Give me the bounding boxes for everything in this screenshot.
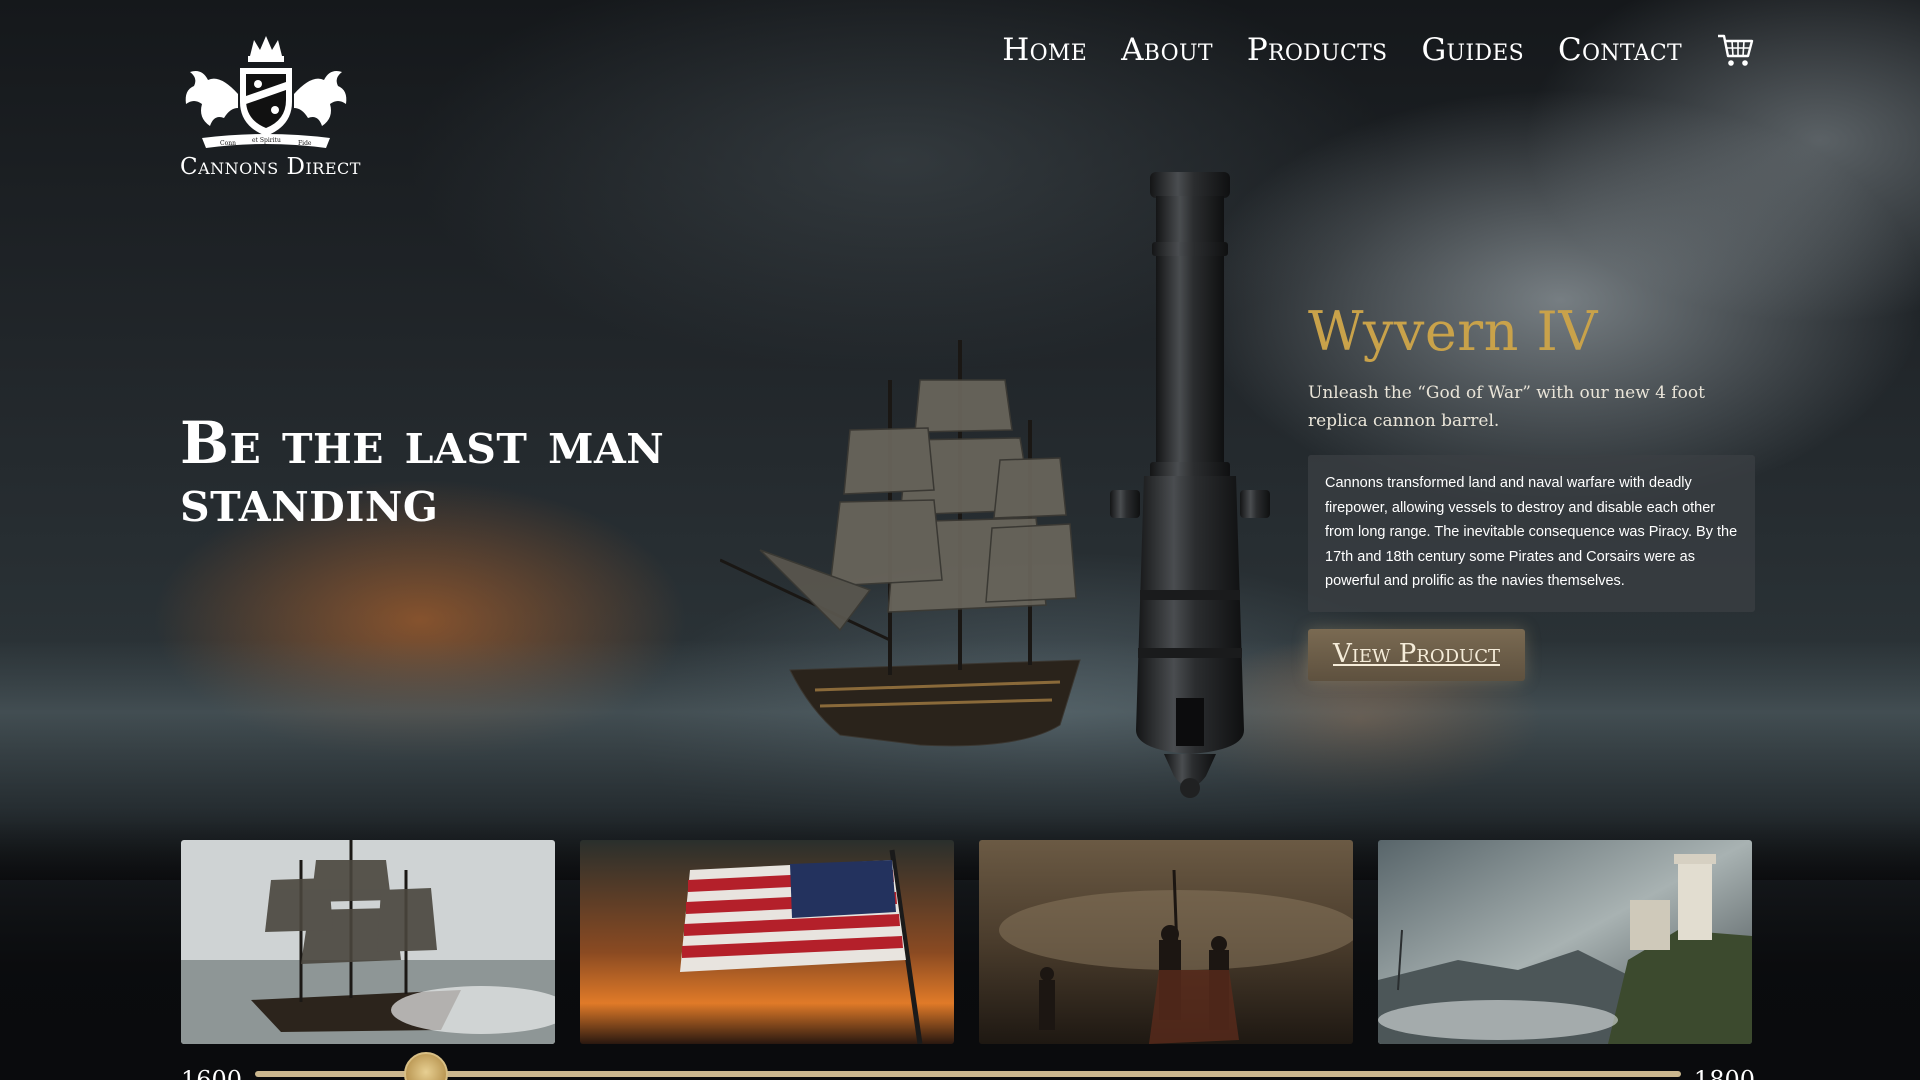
nav-contact[interactable]: Contact: [1558, 32, 1682, 68]
brand-name: Cannons Direct: [180, 154, 361, 180]
crest-icon: Conn et Spiritu Fide: [185, 36, 347, 148]
ship-illustration: [720, 340, 1081, 747]
era-timeline: 1600 1800: [181, 1052, 1755, 1080]
thumbnail-tall-ship[interactable]: [181, 840, 555, 1044]
timeline-start-year: 1600: [181, 1066, 243, 1080]
product-description: Cannons transformed land and naval warfa…: [1308, 455, 1755, 612]
motto-left: Conn: [220, 140, 236, 147]
era-gallery: [181, 840, 1752, 1044]
timeline-end-year: 1800: [1693, 1066, 1755, 1080]
thumbnail-castle[interactable]: [1378, 840, 1752, 1044]
product-tagline: Unleash the “God of War” with our new 4 …: [1308, 383, 1705, 431]
cannon-illustration: [1110, 172, 1270, 798]
thumbnail-american-flag[interactable]: [580, 840, 954, 1044]
shopping-cart-icon[interactable]: [1716, 32, 1754, 68]
motto-center: et Spiritu: [252, 137, 281, 144]
motto-right: Fide: [298, 140, 312, 147]
nav-products[interactable]: Products: [1247, 32, 1388, 68]
nav-guides[interactable]: Guides: [1421, 32, 1524, 68]
nav-home[interactable]: Home: [1002, 32, 1087, 68]
brand-logo[interactable]: Conn et Spiritu Fide Cannons Direct: [180, 34, 361, 180]
hero-headline: Be the last man standing: [180, 409, 665, 535]
product-name: Wyvern IV: [1308, 300, 1598, 363]
view-product-button[interactable]: View Product: [1308, 628, 1525, 681]
featured-product: Wyvern IV Unleash the “God of War” with …: [1308, 300, 1756, 681]
nav-about[interactable]: About: [1121, 32, 1213, 68]
timeline-track[interactable]: [255, 1052, 1681, 1080]
main-nav: Home About Products Guides Contact: [1002, 32, 1754, 68]
thumbnail-battlefield[interactable]: [979, 840, 1353, 1044]
